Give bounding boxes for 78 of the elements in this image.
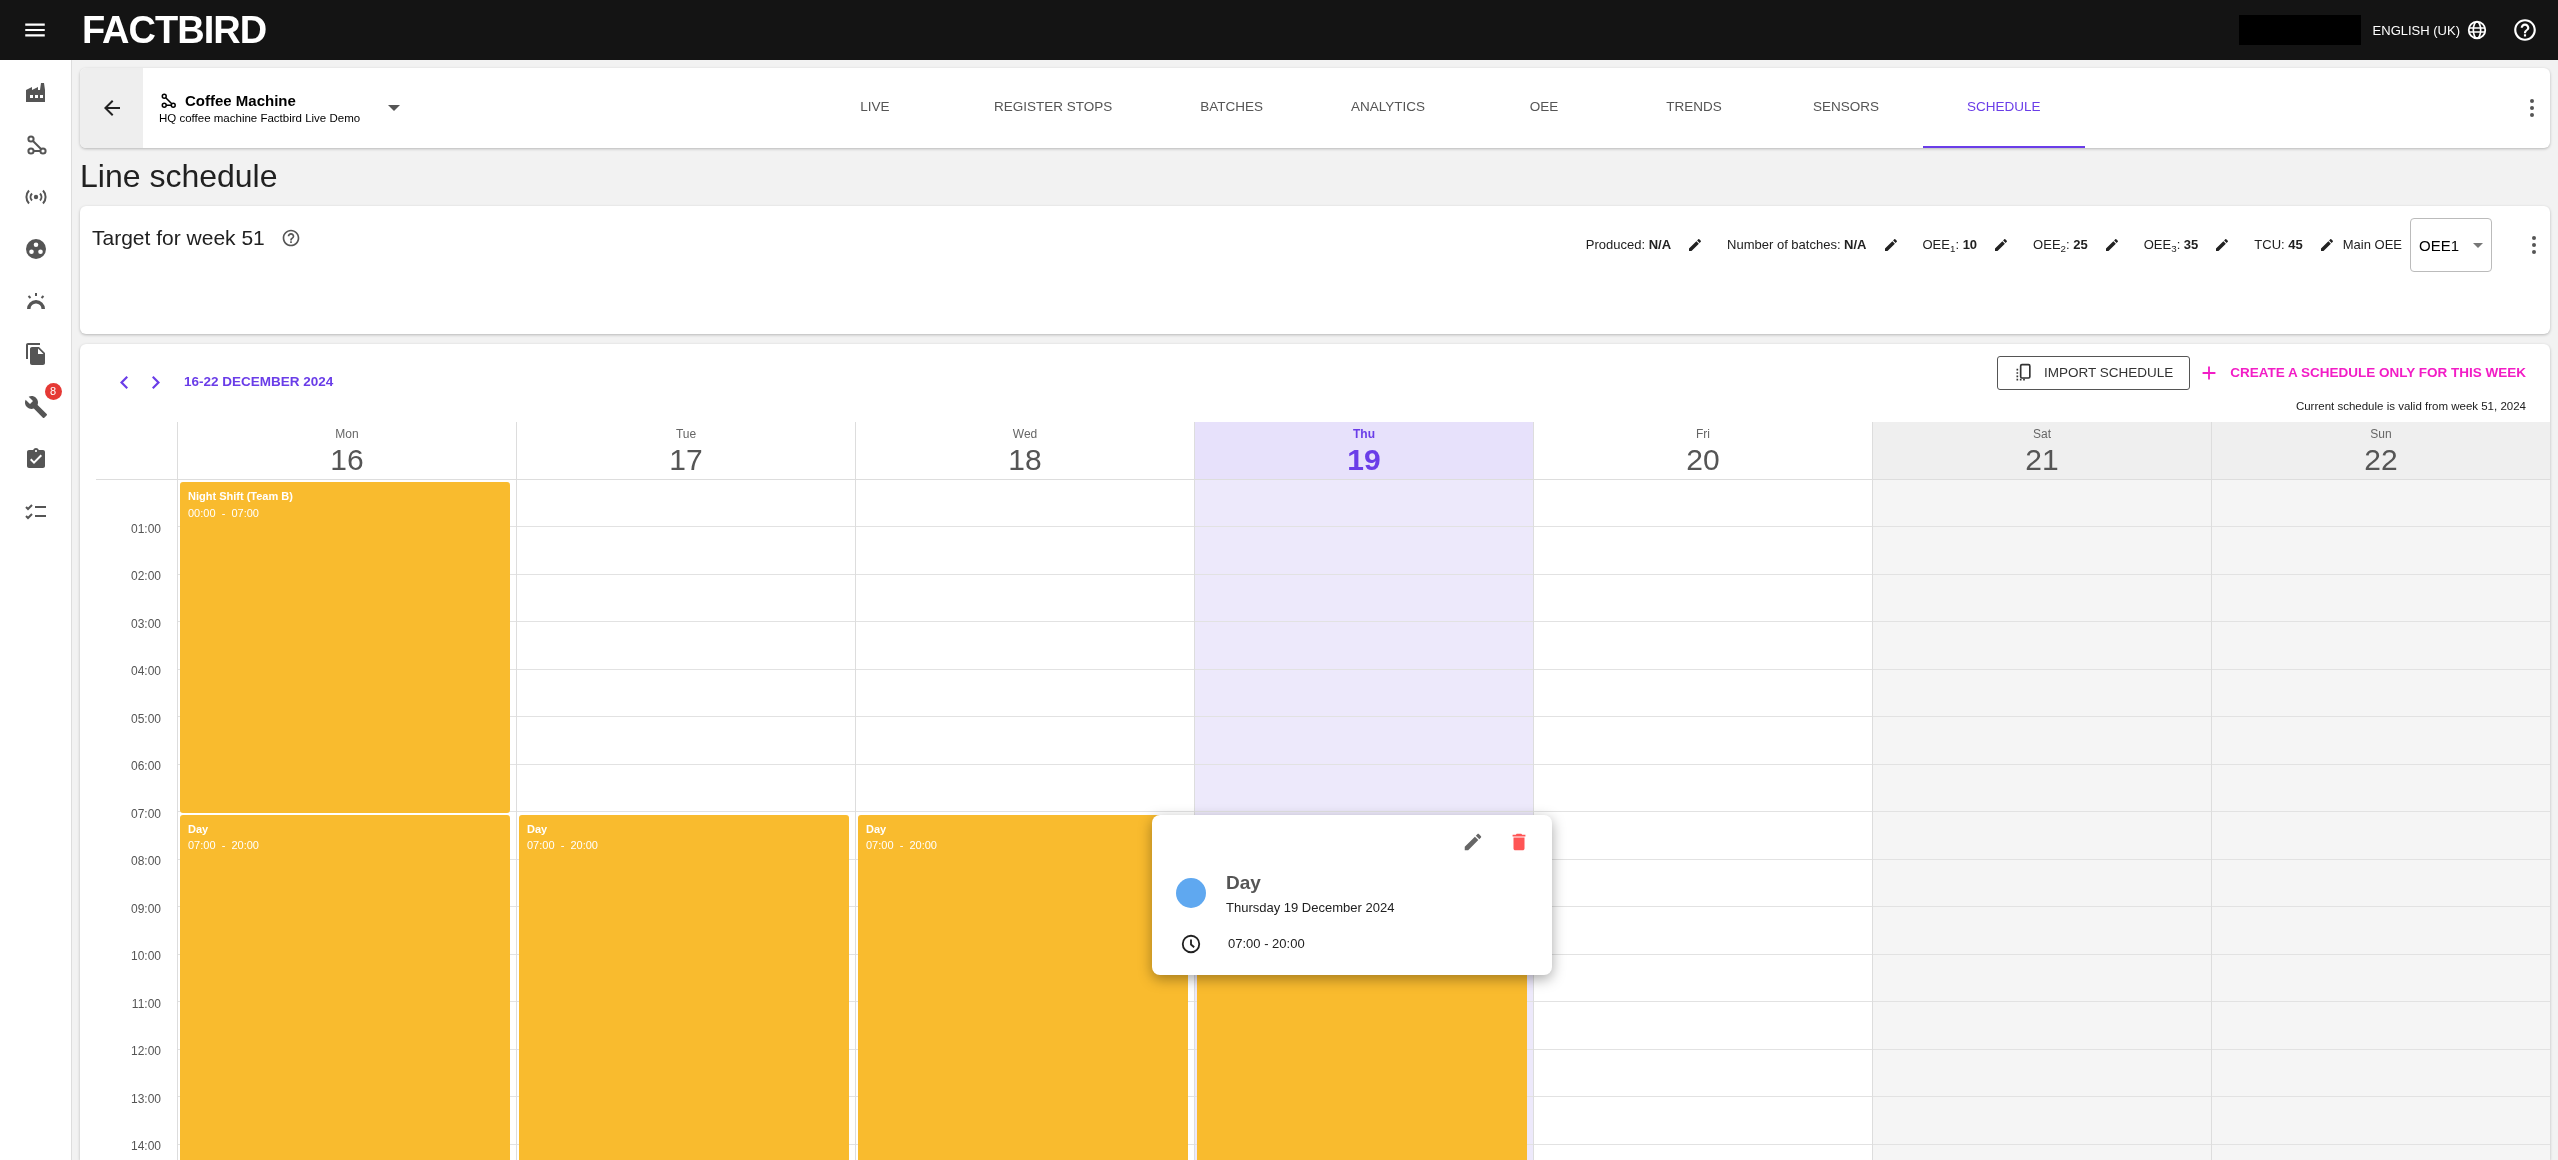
hour-label: 04:00 <box>130 663 161 680</box>
pencil-icon <box>2214 237 2231 253</box>
tab[interactable]: LIVE <box>800 68 950 148</box>
tab[interactable]: TRENDS <box>1619 68 1770 148</box>
hour-label: 09:00 <box>130 900 161 918</box>
pencil-icon <box>2318 237 2335 253</box>
target-value: Produced: N/A <box>1585 236 1672 255</box>
tab[interactable]: OEE <box>1469 68 1620 148</box>
hour-label: 08:00 <box>130 853 161 870</box>
previous-button[interactable] <box>120 375 128 389</box>
target-value: OEE$_{1}$: 10 <box>1922 236 1978 255</box>
day-header: Sun 22 <box>2211 422 2550 480</box>
target-value: TCU: 45 <box>2254 236 2303 255</box>
hour-label: 13:00 <box>130 1090 161 1108</box>
hour-label: 01:00 <box>130 520 161 538</box>
chevron-right-icon <box>152 375 160 389</box>
edit-button[interactable] <box>1687 237 1704 253</box>
notification-badge: 8 <box>44 383 62 400</box>
hour-label: 05:00 <box>130 710 161 728</box>
pencil-icon <box>2103 237 2120 253</box>
edit-button[interactable] <box>2318 237 2335 253</box>
edit-button[interactable] <box>1882 237 1899 253</box>
pencil-icon <box>1462 831 1484 853</box>
event-date: Thursday 19 December 2024 <box>1226 898 1395 917</box>
more-icon <box>2532 236 2536 254</box>
reel-icon <box>23 237 48 261</box>
hour-label: 07:00 <box>130 805 161 823</box>
tab[interactable]: REGISTER STOPS <box>950 68 1157 148</box>
next-button[interactable] <box>152 375 160 389</box>
more-button[interactable] <box>2532 236 2536 254</box>
more-icon <box>2530 99 2534 117</box>
tab[interactable]: ANALYTICS <box>1307 68 1470 148</box>
create-schedule-link[interactable]: CREATE A SCHEDULE ONLY FOR THIS WEEK <box>2198 362 2526 384</box>
hour-label: 14:00 <box>130 1138 161 1155</box>
hour-label: 10:00 <box>130 948 161 965</box>
caret-icon <box>2473 242 2483 248</box>
event-time: 07:00 - 20:00 <box>1228 935 1305 954</box>
caret-icon <box>388 105 401 111</box>
chevron-left-icon <box>120 375 128 389</box>
line-selector[interactable]: Coffee Machine HQ coffee machine Factbird Live Demo <box>143 68 800 148</box>
edit-button[interactable] <box>2103 237 2120 253</box>
target-value: OEE$_{3}$: 35 <box>2143 236 2199 255</box>
tab[interactable]: SCHEDULE <box>1923 68 2085 148</box>
date-range: 16-22 DECEMBER 2024 <box>184 373 334 391</box>
clock-icon <box>1180 933 1202 955</box>
event-title: Day <box>1226 871 1262 895</box>
day-header: Thu 19 <box>1194 422 1533 480</box>
card-title: Target for week 51 <box>92 225 265 251</box>
hour-label: 06:00 <box>130 758 161 775</box>
hour-label: 12:00 <box>130 1043 161 1060</box>
hour-label: 03:00 <box>130 615 161 633</box>
tab[interactable]: BATCHES <box>1156 68 1308 148</box>
target-value: OEE$_{2}$: 25 <box>2033 236 2088 255</box>
help-icon <box>280 227 301 248</box>
main-oee-select[interactable]: OEE1 <box>2410 218 2492 272</box>
help-button[interactable] <box>2512 17 2538 43</box>
documents-icon <box>23 342 48 366</box>
field-label: Main OEE <box>2342 236 2402 255</box>
validity-note: Current schedule is valid from week 51, 2024 <box>2295 399 2526 414</box>
pencil-icon <box>1687 237 1704 253</box>
edit-button[interactable] <box>1993 237 2010 253</box>
page-title: Line schedule <box>80 157 279 196</box>
hour-label: 11:00 <box>131 995 161 1013</box>
globe-icon <box>2466 19 2488 41</box>
color-dot <box>1176 878 1206 908</box>
day-header: Sat 21 <box>1872 422 2211 480</box>
wrench-icon <box>23 394 48 419</box>
logo: FACTBIRD <box>82 7 267 53</box>
target-value: Number of batches: N/A <box>1727 236 1867 255</box>
tab[interactable]: SENSORS <box>1769 68 1924 148</box>
nodes-icon <box>159 91 177 110</box>
import-button[interactable]: IMPORT SCHEDULE <box>1996 356 2191 390</box>
language-button[interactable]: ENGLISH (UK) <box>2372 19 2488 41</box>
help-icon <box>2512 17 2538 43</box>
pencil-icon <box>1993 237 2010 253</box>
pencil-icon <box>1882 237 1899 253</box>
edit-button[interactable] <box>2214 237 2231 253</box>
hour-label: 02:00 <box>130 568 161 585</box>
